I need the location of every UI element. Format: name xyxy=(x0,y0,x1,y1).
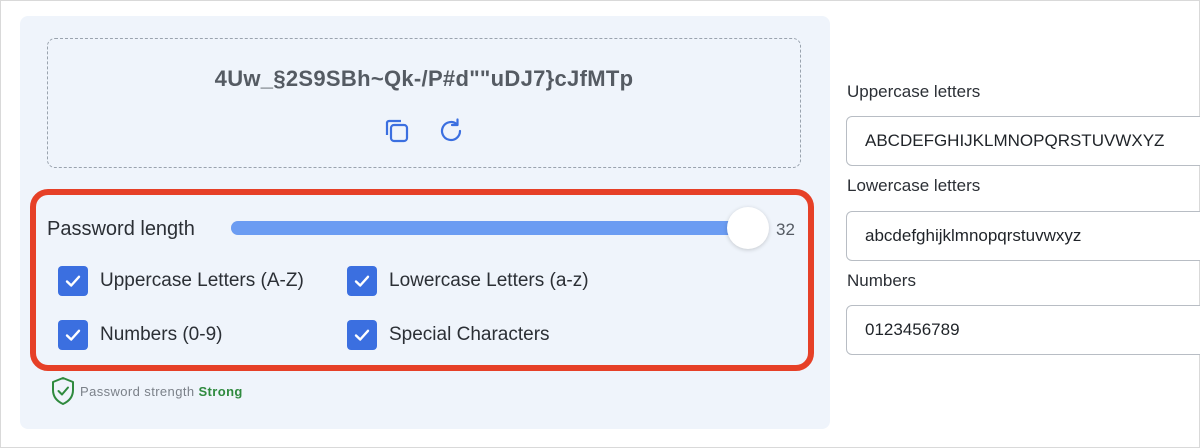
checkmark-icon xyxy=(65,329,81,341)
uppercase-option-label: Uppercase Letters (A-Z) xyxy=(100,270,304,291)
option-special[interactable]: Special Characters xyxy=(347,320,550,350)
numbers-option-label: Numbers (0-9) xyxy=(100,324,223,345)
special-checkbox[interactable] xyxy=(347,320,377,350)
option-numbers[interactable]: Numbers (0-9) xyxy=(58,320,222,350)
option-uppercase[interactable]: Uppercase Letters (A-Z) xyxy=(58,266,304,296)
generated-password: 4Uw_§2S9SBh~Qk-/P#d""uDJ7}cJfMTp xyxy=(214,66,634,91)
numbers-checkbox[interactable] xyxy=(58,320,88,350)
checkmark-icon xyxy=(65,275,81,287)
checkmark-icon xyxy=(354,329,370,341)
password-length-label: Password length xyxy=(47,218,195,240)
numbers-field-label: Numbers xyxy=(847,271,916,290)
length-slider-fill xyxy=(231,221,751,235)
refresh-icon[interactable] xyxy=(435,115,467,147)
uppercase-charset-input[interactable] xyxy=(846,116,1200,166)
length-slider-track[interactable] xyxy=(231,221,751,235)
lowercase-field-label: Lowercase letters xyxy=(847,176,981,195)
uppercase-checkbox[interactable] xyxy=(58,266,88,296)
copy-icon[interactable] xyxy=(381,115,413,147)
uppercase-field-label: Uppercase letters xyxy=(847,82,981,101)
checkmark-icon xyxy=(354,275,370,287)
option-lowercase[interactable]: Lowercase Letters (a-z) xyxy=(347,266,589,296)
password-length-value: 32 xyxy=(776,220,795,239)
password-display: 4Uw_§2S9SBh~Qk-/P#d""uDJ7}cJfMTp xyxy=(47,38,801,168)
strength-value: Strong xyxy=(198,383,243,399)
numbers-charset-input[interactable] xyxy=(846,305,1200,355)
lowercase-charset-input[interactable] xyxy=(846,211,1200,261)
password-actions xyxy=(48,115,800,147)
special-option-label: Special Characters xyxy=(389,324,550,345)
strength-label: Password strength xyxy=(80,383,195,399)
lowercase-option-label: Lowercase Letters (a-z) xyxy=(389,270,589,291)
length-slider-thumb[interactable] xyxy=(727,207,769,249)
password-strength: Password strength Strong xyxy=(50,376,243,406)
lowercase-checkbox[interactable] xyxy=(347,266,377,296)
shield-check-icon xyxy=(52,377,74,405)
